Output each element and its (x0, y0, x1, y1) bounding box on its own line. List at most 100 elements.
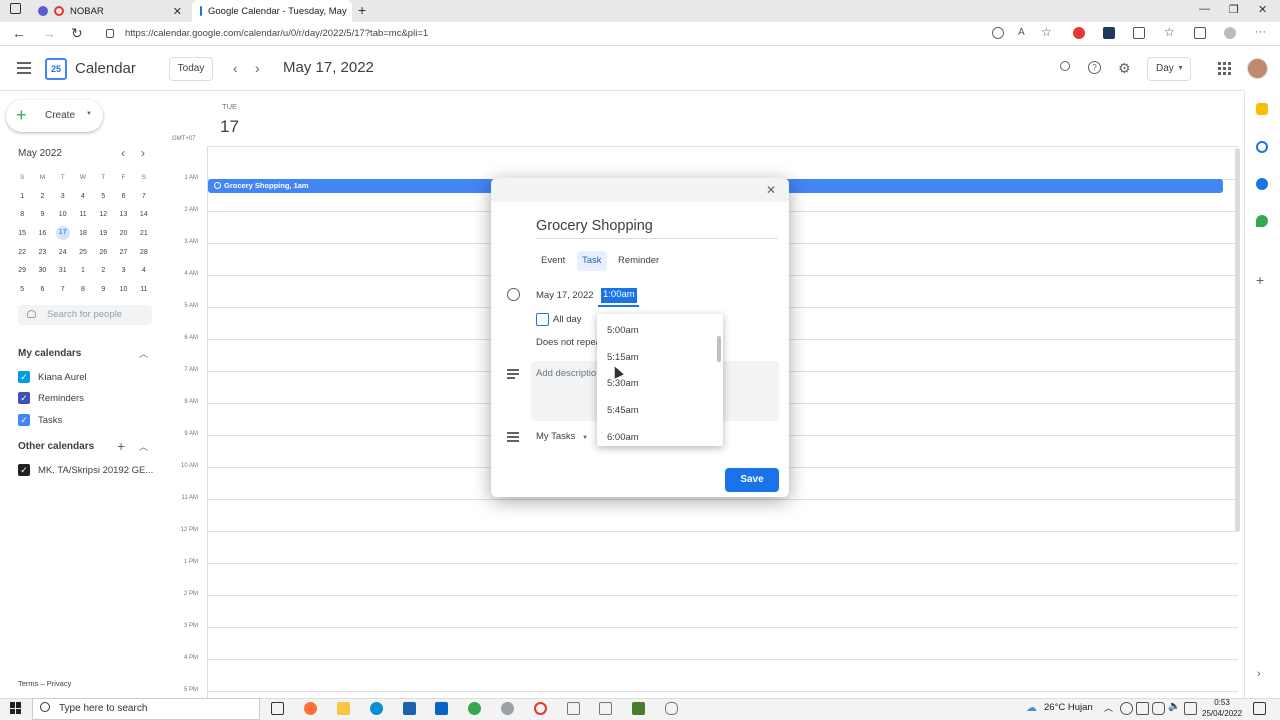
main-menu-icon[interactable] (17, 62, 31, 77)
mini-day[interactable]: 3 (113, 267, 133, 274)
mini-day[interactable]: 21 (134, 230, 154, 237)
new-tab-icon[interactable]: + (358, 2, 366, 18)
mini-day-selected[interactable]: 17 (55, 226, 70, 241)
mini-prev-month-icon[interactable]: ‹ (121, 146, 125, 160)
mini-day[interactable]: 28 (134, 249, 154, 256)
calendar-item-reminders[interactable]: ✓ Reminders (18, 392, 84, 404)
mini-day[interactable]: 1 (12, 193, 32, 200)
tab-reminder[interactable]: Reminder (613, 251, 664, 271)
mini-day[interactable]: 1 (73, 267, 93, 274)
mini-day[interactable]: 9 (93, 286, 113, 293)
chrome-icon[interactable] (468, 702, 481, 715)
mini-day[interactable]: 30 (32, 267, 52, 274)
taskbar-clock[interactable]: 0:53 25/04/2022 (1202, 697, 1242, 719)
mini-day[interactable]: 4 (134, 267, 154, 274)
minecraft-icon[interactable] (632, 702, 645, 715)
weather-text[interactable]: 26°C Hujan (1044, 702, 1093, 713)
snipping-tool-icon[interactable] (501, 702, 514, 715)
mini-day[interactable]: 3 (53, 193, 73, 200)
mini-day[interactable]: 2 (32, 193, 52, 200)
network-icon[interactable] (1120, 702, 1133, 715)
edge-icon[interactable] (370, 702, 383, 715)
title-input[interactable]: Grocery Shopping (536, 218, 778, 239)
mini-day[interactable]: 8 (73, 286, 93, 293)
previous-day-icon[interactable]: ‹ (233, 60, 238, 76)
extension-icon[interactable] (1103, 27, 1115, 39)
store-icon[interactable] (403, 702, 416, 715)
tab-actions-icon[interactable] (10, 3, 21, 14)
search-icon[interactable] (1060, 61, 1070, 71)
get-addons-icon[interactable]: + (1256, 272, 1264, 288)
mini-day[interactable]: 10 (113, 286, 133, 293)
mini-day[interactable]: 6 (32, 286, 52, 293)
expand-panel-icon[interactable]: › (1257, 668, 1261, 680)
taskbar-search-input[interactable]: Type here to search (32, 698, 260, 720)
mini-day[interactable]: 8 (12, 211, 32, 218)
calendar-item-mk-ta[interactable]: ✓ MK. TA/Skripsi 20192 GE... (18, 464, 153, 476)
keep-icon[interactable] (1256, 103, 1268, 115)
collapse-chevron-icon[interactable]: ︿ (139, 347, 148, 360)
next-day-icon[interactable]: › (255, 60, 260, 76)
all-day-checkbox[interactable] (536, 313, 549, 326)
minimize-icon[interactable]: — (1199, 3, 1210, 15)
close-window-icon[interactable]: ✕ (1258, 3, 1267, 16)
mini-day[interactable]: 4 (73, 193, 93, 200)
mini-day[interactable]: 12 (93, 211, 113, 218)
time-dropdown[interactable]: 5:00am 5:15am 5:30am 5:45am 6:00am (597, 314, 723, 446)
checkbox-checked-icon[interactable]: ✓ (18, 371, 30, 383)
view-selector[interactable]: Day ▼ (1147, 57, 1191, 81)
mini-day[interactable]: 16 (32, 230, 52, 237)
scrollbar[interactable] (1235, 148, 1240, 532)
forward-icon[interactable]: → (42, 25, 56, 41)
collections-icon[interactable] (1194, 27, 1206, 39)
apps-grid-icon[interactable] (1218, 62, 1231, 75)
calendar-item-kiana-aurel[interactable]: ✓ Kiana Aurel (18, 371, 87, 383)
maximize-icon[interactable]: ❐ (1229, 3, 1239, 16)
mini-day[interactable]: 11 (134, 286, 154, 293)
today-button[interactable]: Today (169, 57, 213, 81)
close-tab-icon[interactable]: ✕ (173, 5, 182, 18)
time-option[interactable]: 5:00am (597, 318, 717, 345)
mini-day[interactable]: 13 (113, 211, 133, 218)
volume-icon[interactable]: 🔈 (1168, 701, 1180, 712)
repeat-selector[interactable]: Does not repea (536, 337, 601, 348)
mini-day[interactable]: 25 (73, 249, 93, 256)
time-option[interactable]: 6:00am (597, 425, 717, 446)
opera-extension-icon[interactable] (1073, 27, 1085, 39)
puzzle-icon[interactable] (1133, 27, 1145, 39)
mini-day[interactable]: 22 (12, 249, 32, 256)
tab-google-calendar[interactable]: Google Calendar - Tuesday, May ✕ (192, 0, 352, 22)
mini-day[interactable]: 20 (113, 230, 133, 237)
profile-icon[interactable] (1224, 27, 1236, 39)
more-menu-icon[interactable]: ··· (1255, 26, 1266, 38)
task-list-selector[interactable]: My Tasks ▼ (536, 431, 588, 442)
calendar-item-tasks[interactable]: ✓ Tasks (18, 414, 62, 426)
mini-day[interactable]: 23 (32, 249, 52, 256)
windows-start-icon[interactable] (10, 702, 22, 714)
mini-day[interactable]: 26 (93, 249, 113, 256)
system-tray-icon[interactable] (1136, 702, 1149, 715)
mini-day[interactable]: 2 (93, 267, 113, 274)
date-field[interactable]: May 17, 2022 (536, 290, 594, 301)
close-icon[interactable]: ✕ (766, 183, 776, 197)
dropdown-scrollbar[interactable] (717, 336, 721, 362)
mini-day[interactable]: 5 (93, 193, 113, 200)
time-option[interactable]: 5:45am (597, 398, 717, 425)
time-field[interactable]: 1:00am (601, 288, 637, 303)
maps-icon[interactable] (1256, 215, 1268, 227)
show-hidden-icons-icon[interactable]: ︿ (1104, 701, 1113, 714)
search-people-input[interactable]: Search for people (18, 305, 152, 325)
mini-day[interactable]: 18 (73, 230, 93, 237)
firefox-icon[interactable] (304, 702, 317, 715)
mini-day[interactable]: 5 (12, 286, 32, 293)
favorite-star-icon[interactable]: ☆ (1041, 25, 1052, 39)
mini-day[interactable]: 24 (53, 249, 73, 256)
footer-links[interactable]: Terms – Privacy (18, 679, 71, 688)
notepad-icon[interactable] (567, 702, 580, 715)
opera-icon[interactable] (534, 702, 547, 715)
mini-day[interactable]: 11 (73, 211, 93, 218)
file-explorer-icon[interactable] (337, 702, 350, 715)
account-avatar[interactable] (1247, 58, 1268, 79)
save-button[interactable]: Save (725, 468, 779, 492)
mail-icon[interactable] (435, 702, 448, 715)
